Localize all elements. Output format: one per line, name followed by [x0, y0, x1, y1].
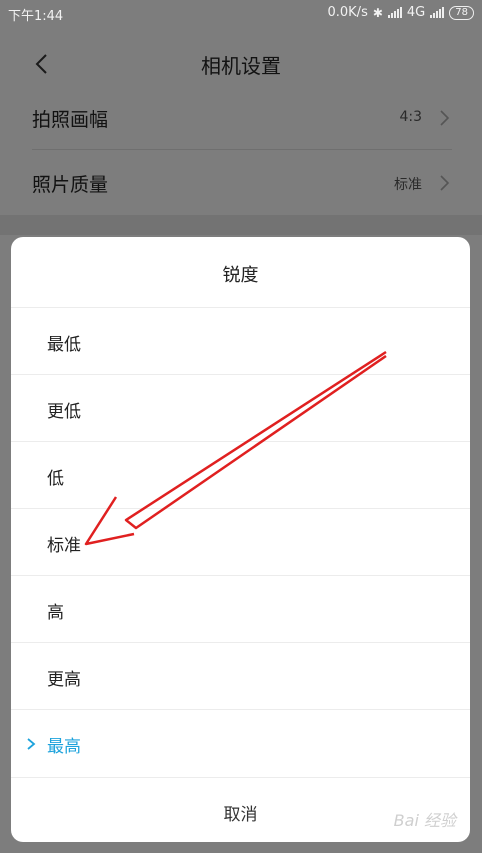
divider [32, 149, 452, 150]
page-title: 相机设置 [201, 54, 281, 78]
option-label: 更低 [47, 402, 81, 422]
option-label: 最低 [47, 335, 81, 355]
option-label: 标准 [47, 536, 81, 556]
sharpness-dialog: 锐度 最低 更低 低 标准 高 更高 最高 取消 [11, 237, 470, 842]
option-highest[interactable]: 最高 [11, 709, 470, 775]
status-time: 下午1:44 [8, 9, 64, 24]
network-type: 4G [406, 5, 426, 20]
network-speed: 0.0K/s [327, 5, 368, 20]
setting-label: 照片质量 [32, 174, 109, 196]
option-lower[interactable]: 更低 [11, 374, 470, 440]
signal-icon [430, 7, 445, 18]
setting-value: 4:3 [399, 109, 422, 125]
setting-row-aspect-ratio[interactable]: 拍照画幅 4:3 [0, 85, 482, 150]
selected-chevron-icon [27, 738, 36, 750]
option-label: 最高 [47, 737, 81, 757]
option-label: 更高 [47, 670, 81, 690]
status-right: 0.0K/s ✱ 4G 78 [327, 5, 474, 20]
option-higher[interactable]: 更高 [11, 642, 470, 708]
setting-value: 标准 [394, 177, 422, 193]
battery-icon: 78 [449, 5, 474, 20]
option-standard[interactable]: 标准 [11, 508, 470, 574]
option-label: 高 [47, 603, 64, 623]
chevron-right-icon [440, 175, 450, 191]
settings-list: 拍照画幅 4:3 照片质量 标准 [0, 85, 482, 215]
setting-row-photo-quality[interactable]: 照片质量 标准 [0, 150, 482, 215]
option-label: 低 [47, 469, 64, 489]
status-bar: 下午1:44 0.0K/s ✱ 4G 78 [0, 0, 482, 26]
bluetooth-icon: ✱ [372, 5, 383, 20]
setting-label: 拍照画幅 [32, 109, 109, 131]
dialog-title: 锐度 [222, 265, 259, 286]
section-gap [0, 215, 482, 235]
option-lowest[interactable]: 最低 [11, 307, 470, 373]
watermark: Bai 经验 [393, 811, 456, 830]
option-high[interactable]: 高 [11, 575, 470, 641]
signal-icon [387, 7, 402, 18]
chevron-right-icon [440, 110, 450, 126]
option-low[interactable]: 低 [11, 441, 470, 507]
